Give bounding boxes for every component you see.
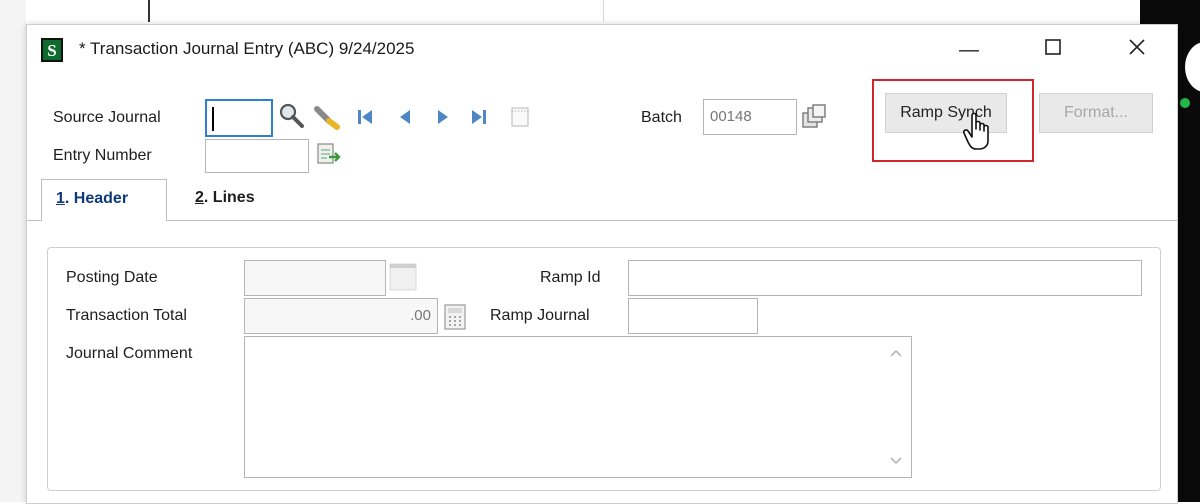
journal-comment-textarea[interactable] bbox=[244, 336, 912, 478]
format-button[interactable]: Format... bbox=[1039, 93, 1153, 133]
highlight-annotation bbox=[872, 79, 1034, 162]
batch-label: Batch bbox=[641, 109, 682, 126]
app-icon: S bbox=[41, 38, 63, 62]
source-journal-label: Source Journal bbox=[53, 109, 161, 126]
close-button[interactable] bbox=[1117, 35, 1157, 65]
header-form-panel: Posting Date Ramp Id Transaction Total .… bbox=[47, 247, 1161, 491]
text-caret bbox=[212, 107, 214, 131]
background-divider bbox=[148, 0, 150, 22]
entry-number-label: Entry Number bbox=[53, 147, 152, 164]
search-icon[interactable] bbox=[277, 101, 307, 129]
ramp-id-label: Ramp Id bbox=[540, 269, 601, 286]
ramp-journal-input[interactable] bbox=[628, 298, 758, 334]
background-strip bbox=[0, 0, 26, 502]
maximize-icon bbox=[1045, 39, 1061, 55]
clear-icon[interactable] bbox=[313, 103, 343, 131]
tab-lines-mnemonic: 2 bbox=[195, 189, 204, 206]
memo-icon[interactable] bbox=[509, 105, 531, 129]
posting-date-label: Posting Date bbox=[66, 269, 158, 286]
next-entry-icon[interactable] bbox=[315, 141, 343, 169]
transaction-total-input[interactable]: .00 bbox=[244, 298, 438, 334]
scroll-down-icon[interactable] bbox=[888, 454, 904, 468]
tab-lines-label: . Lines bbox=[203, 189, 255, 206]
tab-header-label: . Header bbox=[64, 190, 129, 207]
tab-header-mnemonic: 1 bbox=[56, 190, 65, 207]
entry-number-input[interactable] bbox=[205, 139, 309, 173]
hand-cursor-icon bbox=[963, 112, 989, 150]
scroll-up-icon[interactable] bbox=[888, 346, 904, 360]
transaction-journal-window: S * Transaction Journal Entry (ABC) 9/24… bbox=[26, 24, 1178, 504]
next-record-icon[interactable] bbox=[433, 107, 453, 127]
background-divider bbox=[603, 0, 604, 22]
window-title: * Transaction Journal Entry (ABC) 9/24/2… bbox=[79, 39, 415, 58]
maximize-button[interactable] bbox=[1033, 35, 1073, 65]
transaction-total-label: Transaction Total bbox=[66, 307, 187, 324]
status-dot bbox=[1180, 98, 1190, 108]
batch-input[interactable]: 00148 bbox=[703, 99, 797, 135]
tab-lines[interactable]: 2. Lines bbox=[181, 179, 291, 221]
batch-lookup-icon[interactable] bbox=[799, 103, 829, 133]
journal-comment-label: Journal Comment bbox=[66, 345, 193, 362]
title-bar: S * Transaction Journal Entry (ABC) 9/24… bbox=[27, 25, 1177, 75]
calendar-icon[interactable] bbox=[388, 262, 418, 292]
first-record-icon[interactable] bbox=[355, 107, 375, 127]
posting-date-input[interactable] bbox=[244, 260, 386, 296]
last-record-icon[interactable] bbox=[469, 107, 489, 127]
calculator-icon[interactable] bbox=[442, 303, 468, 331]
ramp-journal-label: Ramp Journal bbox=[490, 307, 590, 324]
previous-record-icon[interactable] bbox=[395, 107, 415, 127]
source-journal-input[interactable] bbox=[205, 99, 273, 137]
minimize-button[interactable]: — bbox=[949, 35, 989, 65]
tab-header[interactable]: 1. Header bbox=[41, 179, 167, 221]
close-icon bbox=[1129, 39, 1145, 55]
ramp-id-input[interactable] bbox=[628, 260, 1142, 296]
